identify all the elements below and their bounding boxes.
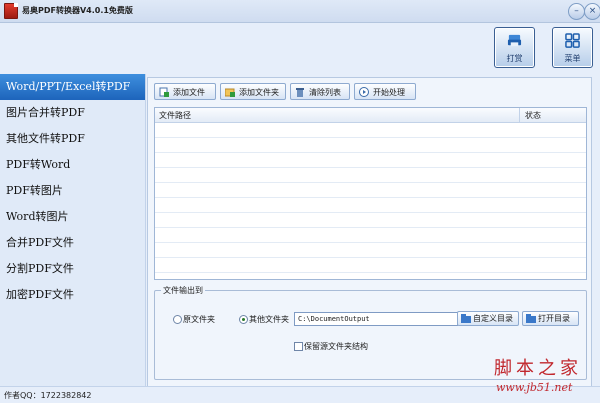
top-toolbar: 打赏 菜单 [0,22,600,72]
radio-source-folder[interactable] [173,315,182,324]
minimize-icon: – [574,6,579,16]
folder-icon [461,314,471,323]
open-folder-icon [526,314,536,323]
sidebar: Word/PPT/Excel转PDF 图片合并转PDF 其他文件转PDF PDF… [0,74,146,386]
sidebar-item-office-to-pdf[interactable]: Word/PPT/Excel转PDF [0,74,145,100]
radio-source-folder-label: 原文件夹 [183,315,215,324]
sidebar-item-encrypt-pdf[interactable]: 加密PDF文件 [0,282,145,308]
watermark: 脚本之家 www.jb51.net [494,354,594,400]
table-header: 文件路径 状态 [155,108,586,123]
table-row-line [155,257,586,258]
radio-other-folder[interactable] [239,315,248,324]
sidebar-item-merge-pdf[interactable]: 合并PDF文件 [0,230,145,256]
title-bar: 易奥PDF转换器V4.0.1免费版 – × [0,0,600,23]
donate-icon [507,34,522,47]
minimize-button[interactable]: – [568,3,585,20]
trash-icon [296,88,304,97]
sidebar-item-pdf-to-image[interactable]: PDF转图片 [0,178,145,204]
keep-structure-checkbox[interactable] [294,342,303,351]
column-divider [519,108,520,122]
sidebar-item-word-to-image[interactable]: Word转图片 [0,204,145,230]
donate-label: 打赏 [506,54,523,63]
table-row-line [155,212,586,213]
table-row-line [155,197,586,198]
grid-menu-icon [565,33,580,48]
watermark-url: www.jb51.net [496,381,573,394]
custom-dir-label: 自定义目录 [473,314,513,323]
open-dir-label: 打开目录 [538,314,570,323]
menu-button[interactable]: 菜单 [552,27,593,68]
play-icon [359,87,369,97]
watermark-text: 脚本之家 [494,358,582,379]
output-path-field[interactable]: C:\DocumentOutput [294,312,458,326]
add-file-icon [159,87,169,97]
main-panel: 添加文件 添加文件夹 清除列表 开始处理 文件路径 状态 文件输出到 原文件夹 … [147,77,592,388]
table-row-line [155,167,586,168]
add-folder-icon [225,88,235,97]
window-title: 易奥PDF转换器V4.0.1免费版 [22,6,133,15]
table-row-line [155,227,586,228]
custom-dir-button[interactable]: 自定义目录 [457,311,519,326]
keep-structure-label: 保留源文件夹结构 [304,342,368,351]
sidebar-item-images-to-pdf[interactable]: 图片合并转PDF [0,100,145,126]
sidebar-item-other-to-pdf[interactable]: 其他文件转PDF [0,126,145,152]
clear-list-button[interactable]: 清除列表 [290,83,350,100]
table-row-line [155,272,586,273]
app-pdf-icon [4,3,18,19]
radio-other-folder-label: 其他文件夹 [249,315,289,324]
table-row-line [155,152,586,153]
start-label: 开始处理 [373,88,405,97]
close-icon: × [588,6,597,16]
sidebar-item-split-pdf[interactable]: 分割PDF文件 [0,256,145,282]
table-row-line [155,242,586,243]
author-contact: 作者QQ：1722382842 [4,391,92,400]
sidebar-item-pdf-to-word[interactable]: PDF转Word [0,152,145,178]
column-file-path: 文件路径 [159,111,191,120]
close-button[interactable]: × [584,3,600,20]
clear-list-label: 清除列表 [309,88,341,97]
table-row-line [155,137,586,138]
column-status: 状态 [525,111,541,120]
add-file-button[interactable]: 添加文件 [154,83,216,100]
add-folder-button[interactable]: 添加文件夹 [220,83,286,100]
donate-button[interactable]: 打赏 [494,27,535,68]
table-row-line [155,182,586,183]
add-file-label: 添加文件 [173,88,205,97]
open-dir-button[interactable]: 打开目录 [522,311,579,326]
add-folder-label: 添加文件夹 [239,88,279,97]
menu-label: 菜单 [564,54,581,63]
output-legend: 文件输出到 [161,285,205,296]
start-button[interactable]: 开始处理 [354,83,416,100]
file-list-table[interactable]: 文件路径 状态 [154,107,587,280]
